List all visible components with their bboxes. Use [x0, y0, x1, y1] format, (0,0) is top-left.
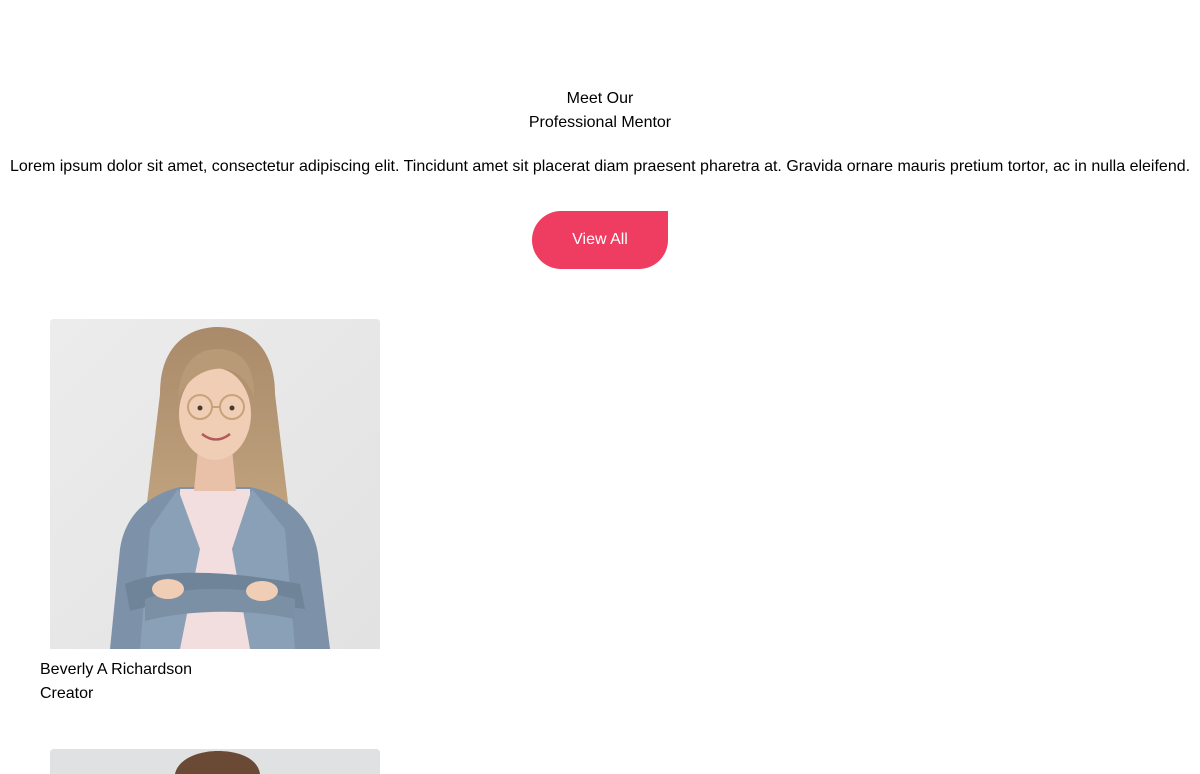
man-portrait-photo [50, 749, 380, 774]
section-title-line1: Meet Our [566, 90, 634, 107]
mentor-card[interactable]: Beverly A Richardson Creator [40, 319, 380, 709]
mentor-role: Creator [40, 685, 94, 702]
woman-portrait-photo [50, 319, 380, 649]
mentor-photo[interactable] [50, 319, 380, 649]
section-description: Lorem ipsum dolor sit amet, consectetur … [9, 158, 1191, 175]
mentor-card[interactable] [40, 749, 380, 774]
mentor-name: Beverly A Richardson [40, 661, 193, 678]
mentor-section: Meet Our Professional Mentor Lorem ipsum… [0, 0, 1200, 774]
section-title-line2: Professional Mentor [528, 114, 672, 131]
view-all-button[interactable]: View All [532, 211, 668, 269]
section-title: Meet Our Professional Mentor [0, 87, 1200, 135]
mentor-photo[interactable] [50, 749, 380, 774]
